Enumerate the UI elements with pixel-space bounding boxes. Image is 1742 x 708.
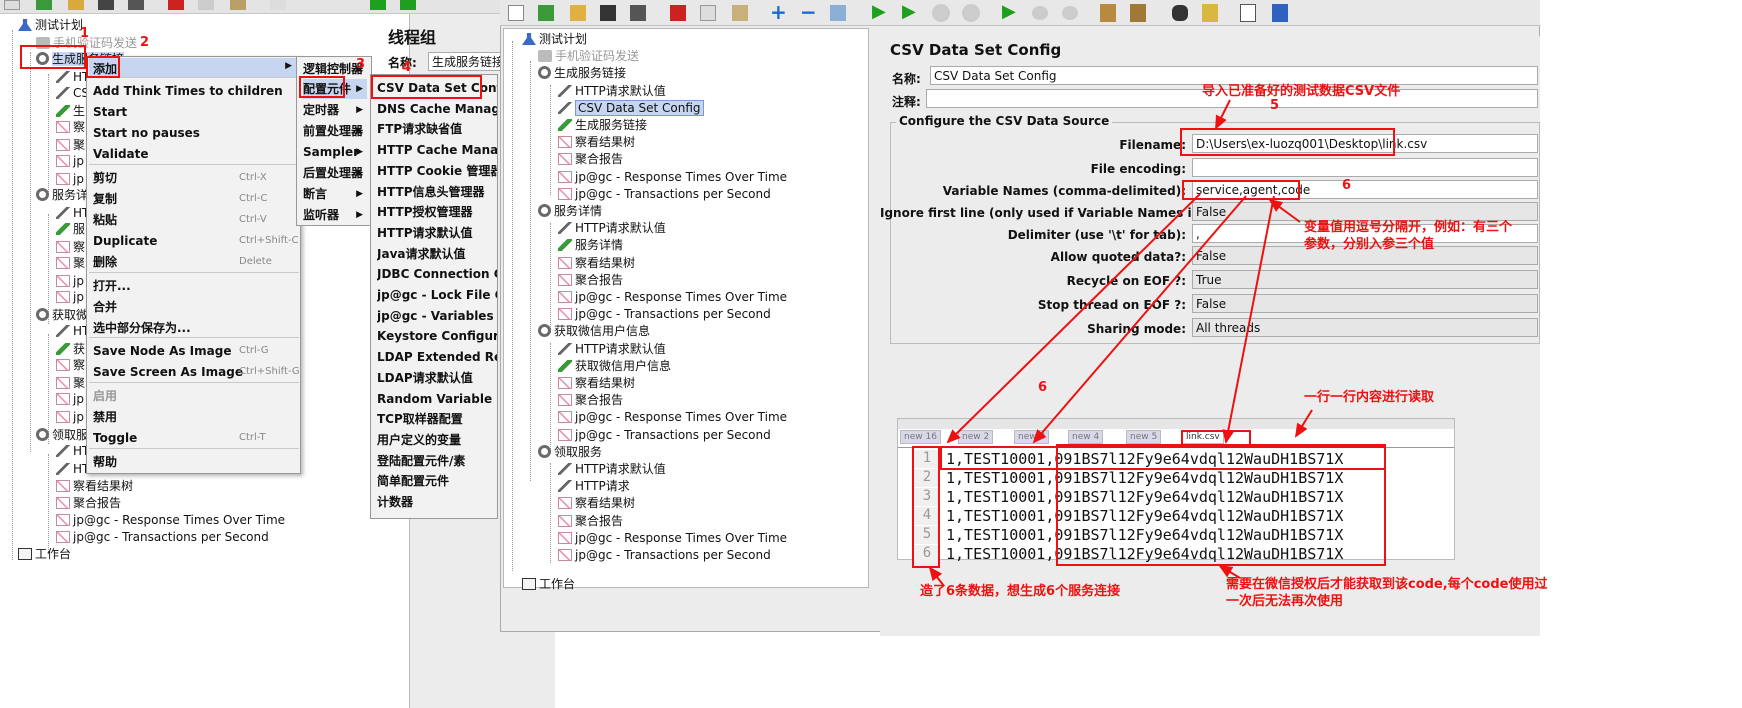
arrow-var-note (1268, 198, 1301, 223)
arrow-need-wechat (1218, 564, 1241, 579)
arrow-read-line (1294, 409, 1313, 438)
arrow-made-6 (928, 566, 945, 587)
arrow-service-col (946, 193, 1201, 444)
arrow-code-col (1222, 195, 1275, 444)
annotation-arrows (928, 99, 1313, 587)
arrow-agent-col (1032, 195, 1247, 444)
arrow-to-filename (1215, 99, 1231, 130)
